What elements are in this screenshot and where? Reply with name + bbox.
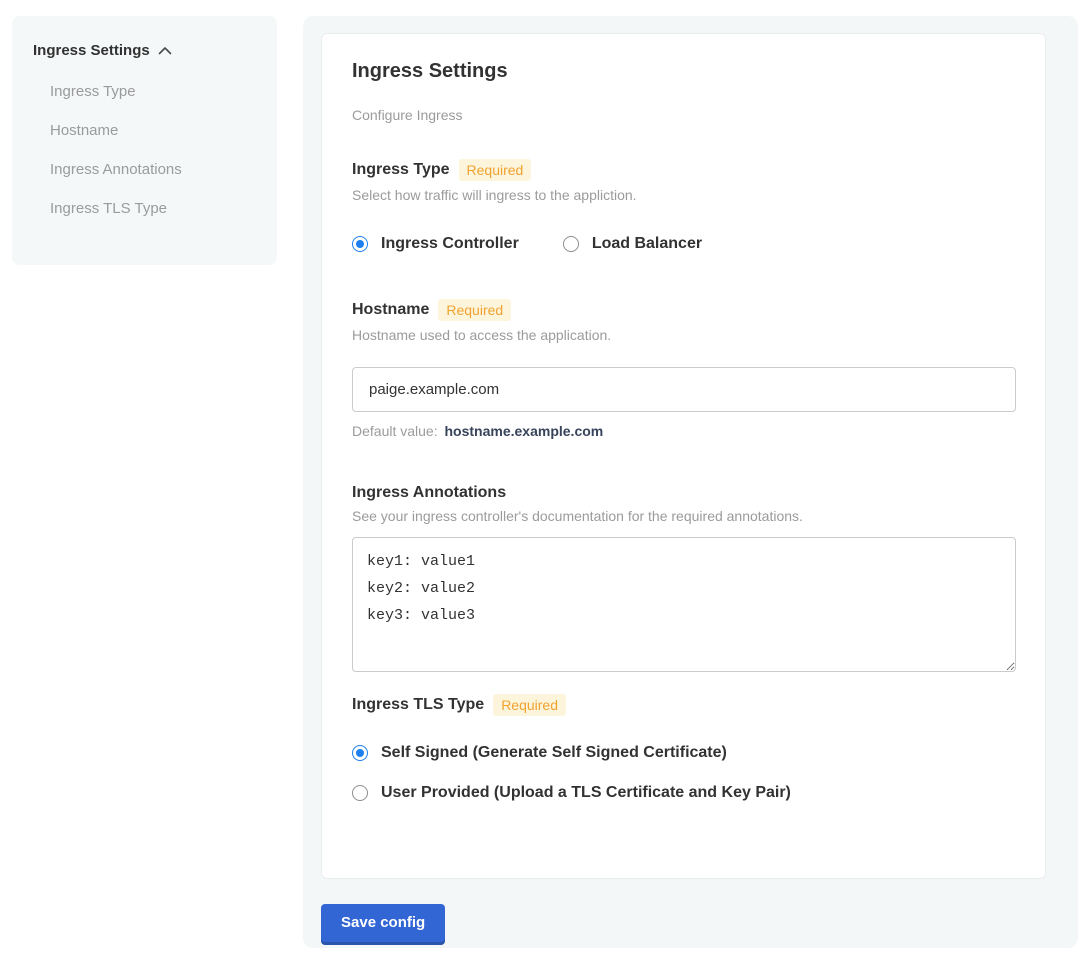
radio-label: Load Balancer: [592, 235, 702, 253]
hostname-label: Hostname: [352, 301, 429, 319]
annotations-help: See your ingress controller's documentat…: [352, 508, 1015, 524]
radio-icon: [352, 745, 368, 761]
radio-self-signed[interactable]: Self Signed (Generate Self Signed Certif…: [352, 744, 1015, 762]
hostname-default-line: Default value: hostname.example.com: [352, 423, 1015, 439]
radio-icon: [563, 236, 579, 252]
sidebar-item-ingress-tls-type[interactable]: Ingress TLS Type: [50, 189, 257, 228]
hostname-help: Hostname used to access the application.: [352, 327, 1015, 343]
config-nav-sidebar: Ingress Settings Ingress Type Hostname I…: [12, 16, 277, 265]
save-config-button[interactable]: Save config: [321, 904, 445, 942]
ingress-type-label: Ingress Type: [352, 161, 450, 179]
config-main-panel: Ingress Settings Configure Ingress Ingre…: [303, 16, 1078, 948]
page-title: Ingress Settings: [352, 60, 1015, 83]
default-value-label: Default value:: [352, 423, 438, 439]
sidebar-item-ingress-annotations[interactable]: Ingress Annotations: [50, 150, 257, 189]
section-ingress-tls-type: Ingress TLS Type Required Self Signed (G…: [352, 694, 1015, 802]
sidebar-item-hostname[interactable]: Hostname: [50, 111, 257, 150]
annotations-label: Ingress Annotations: [352, 484, 506, 502]
radio-icon: [352, 236, 368, 252]
sidebar-group-ingress-settings[interactable]: Ingress Settings: [33, 42, 257, 59]
chevron-up-icon: [158, 46, 172, 55]
section-ingress-annotations: Ingress Annotations See your ingress con…: [352, 484, 1015, 672]
radio-ingress-controller[interactable]: Ingress Controller: [352, 235, 519, 253]
radio-user-provided[interactable]: User Provided (Upload a TLS Certificate …: [352, 784, 1015, 802]
hostname-input[interactable]: [352, 367, 1016, 412]
ingress-type-help: Select how traffic will ingress to the a…: [352, 187, 1015, 203]
sidebar-item-ingress-type[interactable]: Ingress Type: [50, 72, 257, 111]
config-group-card: Ingress Settings Configure Ingress Ingre…: [321, 33, 1046, 879]
required-badge: Required: [438, 299, 511, 321]
page-subtitle: Configure Ingress: [352, 107, 1015, 123]
required-badge: Required: [493, 694, 566, 716]
radio-label: User Provided (Upload a TLS Certificate …: [381, 784, 791, 802]
default-value-text: hostname.example.com: [445, 423, 604, 439]
sidebar-group-label: Ingress Settings: [33, 42, 150, 59]
radio-label: Self Signed (Generate Self Signed Certif…: [381, 744, 727, 762]
tls-type-label: Ingress TLS Type: [352, 696, 484, 714]
radio-icon: [352, 785, 368, 801]
radio-load-balancer[interactable]: Load Balancer: [563, 235, 702, 253]
radio-label: Ingress Controller: [381, 235, 519, 253]
annotations-textarea[interactable]: key1: value1 key2: value2 key3: value3: [352, 537, 1016, 672]
section-hostname: Hostname Required Hostname used to acces…: [352, 299, 1015, 439]
section-ingress-type: Ingress Type Required Select how traffic…: [352, 159, 1015, 253]
required-badge: Required: [459, 159, 532, 181]
